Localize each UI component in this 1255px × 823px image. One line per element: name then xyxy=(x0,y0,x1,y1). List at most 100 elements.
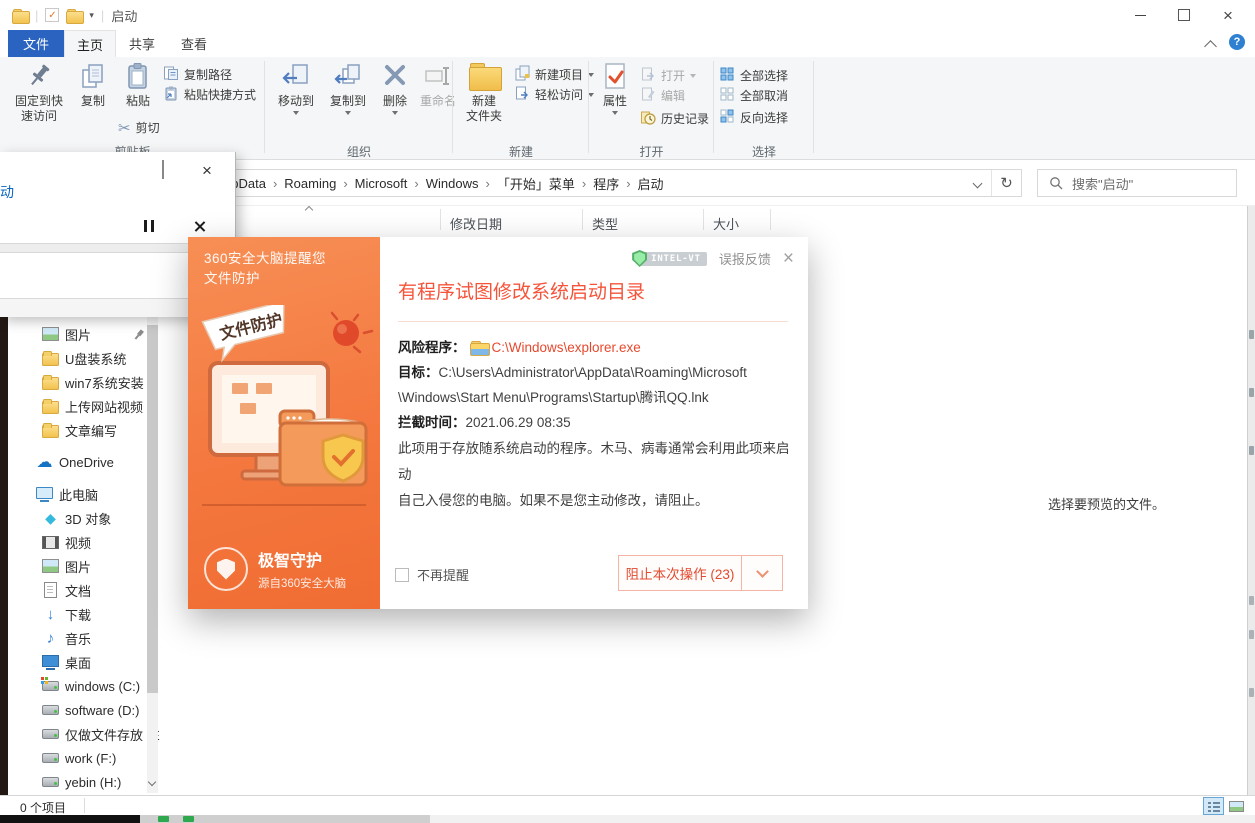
sidebar-item[interactable]: yebin (H:) xyxy=(8,770,148,794)
sidebar-item-label: 3D 对象 xyxy=(65,509,111,528)
column-separator[interactable] xyxy=(440,209,441,230)
breadcrumb-item[interactable]: 启动 xyxy=(638,174,664,193)
column-separator[interactable] xyxy=(703,209,704,230)
tab-file[interactable]: 文件 xyxy=(8,30,64,57)
sidebar-item[interactable]: 仅做文件存放 (E xyxy=(8,722,148,746)
copy-button[interactable]: 复制 xyxy=(72,61,114,109)
sidebar-item[interactable]: 3D 对象 xyxy=(8,506,148,530)
paste-shortcut-button[interactable]: 粘贴快捷方式 xyxy=(163,86,256,103)
dont-remind-checkbox[interactable]: 不再提醒 xyxy=(395,565,469,584)
delete-button[interactable]: 删除 xyxy=(376,61,414,115)
help-icon[interactable]: ? xyxy=(1229,34,1245,50)
sort-ascending-icon xyxy=(305,206,313,214)
guard-title: 极智守护 xyxy=(258,547,346,571)
pin-to-quick-access-button[interactable]: 固定到快速访问 xyxy=(10,61,68,124)
invert-selection-button[interactable]: 反向选择 xyxy=(719,109,788,126)
sidebar-item[interactable]: 文档 xyxy=(8,578,148,602)
scrollbar-down-icon[interactable] xyxy=(148,778,156,786)
block-operation-button[interactable]: 阻止本次操作 (23) xyxy=(618,555,783,591)
sidebar-item[interactable]: 文章编写 xyxy=(8,418,148,442)
cut-button[interactable]: ✂ 剪切 xyxy=(118,119,160,136)
column-size[interactable]: 大小 xyxy=(713,214,739,233)
properties-check-icon[interactable]: ✓ xyxy=(45,8,59,22)
sidebar-item[interactable]: 桌面 xyxy=(8,650,148,674)
sidebar-item[interactable]: OneDrive xyxy=(8,450,148,474)
sidebar-item[interactable]: win7系统安装 xyxy=(8,370,148,394)
easy-access-button[interactable]: 轻松访问 xyxy=(514,86,594,103)
tab-home[interactable]: 主页 xyxy=(64,30,116,57)
breadcrumb-separator[interactable]: › xyxy=(626,176,630,191)
thumbnails-view-button[interactable] xyxy=(1226,797,1247,815)
select-none-button[interactable]: 全部取消 xyxy=(719,87,788,104)
drive-icon xyxy=(42,726,59,742)
column-separator[interactable] xyxy=(582,209,583,230)
search-box[interactable]: 搜索"启动" xyxy=(1037,169,1237,197)
properties-button[interactable]: 属性 xyxy=(595,61,635,115)
collapse-ribbon-icon[interactable] xyxy=(1204,40,1217,53)
breadcrumb-separator[interactable]: › xyxy=(343,176,347,191)
new-folder-icon[interactable] xyxy=(66,9,82,22)
close-button[interactable]: × xyxy=(1206,0,1250,30)
scrollbar-thumb[interactable] xyxy=(147,325,158,693)
open-button[interactable]: 打开 xyxy=(640,67,696,84)
breadcrumb-item[interactable]: Microsoft xyxy=(355,176,408,191)
tab-share[interactable]: 共享 xyxy=(116,30,168,57)
dialog-close-button[interactable]: × xyxy=(783,249,794,268)
checkbox-icon[interactable] xyxy=(395,568,409,582)
breadcrumb-item[interactable]: Roaming xyxy=(284,176,336,191)
new-folder-button[interactable]: 新建文件夹 xyxy=(458,61,510,124)
details-view-button[interactable] xyxy=(1203,797,1224,815)
sidebar-item[interactable]: work (F:) xyxy=(8,746,148,770)
breadcrumb-item[interactable]: 程序 xyxy=(593,174,619,193)
tab-view[interactable]: 查看 xyxy=(168,30,220,57)
popup-close-button[interactable]: × xyxy=(194,160,220,180)
guard-subtitle: 源自360安全大脑 xyxy=(258,575,346,591)
sidebar-item[interactable]: 上传网站视频 xyxy=(8,394,148,418)
new-item-button[interactable]: 新建项目 xyxy=(514,66,594,83)
breadcrumb-separator[interactable]: › xyxy=(414,176,418,191)
sidebar-item[interactable]: windows (C:) xyxy=(8,674,148,698)
pause-button[interactable] xyxy=(144,220,154,232)
column-modified[interactable]: 修改日期 xyxy=(450,214,502,233)
sidebar-item[interactable]: software (D:) xyxy=(8,698,148,722)
rename-button[interactable]: 重命名 xyxy=(415,61,461,109)
minimize-button[interactable] xyxy=(1118,0,1162,30)
copy-to-button[interactable]: 复制到 xyxy=(323,61,373,115)
false-positive-feedback-link[interactable]: 误报反馈 xyxy=(719,249,771,268)
group-divider xyxy=(813,61,814,153)
rename-label: 重命名 xyxy=(420,94,456,109)
sidebar-item[interactable]: 图片 xyxy=(8,322,148,346)
breadcrumb-separator[interactable]: › xyxy=(582,176,586,191)
move-to-button[interactable]: 移动到 xyxy=(271,61,321,115)
breadcrumb-separator[interactable]: › xyxy=(485,176,489,191)
search-placeholder: 搜索"启动" xyxy=(1072,174,1133,193)
block-options-dropdown[interactable] xyxy=(742,571,782,576)
popup-minimize-button[interactable] xyxy=(106,160,132,180)
popup-maximize-button[interactable] xyxy=(150,160,176,180)
address-dropdown-icon[interactable] xyxy=(973,178,983,188)
maximize-button[interactable] xyxy=(1162,0,1206,30)
column-separator[interactable] xyxy=(770,209,771,230)
edit-button[interactable]: 编辑 xyxy=(640,87,685,104)
sidebar-item[interactable]: 下载 xyxy=(8,602,148,626)
customize-toolbar-icon[interactable]: ▾ xyxy=(89,10,94,21)
paste-icon xyxy=(122,61,154,91)
sidebar-item[interactable]: 此电脑 xyxy=(8,482,148,506)
file-protection-illustration: 文件防护 xyxy=(188,305,380,535)
sidebar-item[interactable]: 视频 xyxy=(8,530,148,554)
history-button[interactable]: 历史记录 xyxy=(640,110,709,127)
select-all-button[interactable]: 全部选择 xyxy=(719,67,788,84)
breadcrumb-item[interactable]: Windows xyxy=(426,176,479,191)
breadcrumb-item[interactable]: 「开始」菜单 xyxy=(497,174,575,193)
popup-partial-link[interactable]: 动 xyxy=(0,182,14,202)
sidebar-item[interactable]: 音乐 xyxy=(8,626,148,650)
sidebar-item[interactable]: U盘装系统 xyxy=(8,346,148,370)
shield-icon xyxy=(204,547,248,591)
breadcrumb-separator[interactable]: › xyxy=(273,176,277,191)
sidebar-item[interactable]: 图片 xyxy=(8,554,148,578)
paste-button[interactable]: 粘贴 xyxy=(116,61,160,109)
copy-path-button[interactable]: 复制路径 xyxy=(163,66,232,83)
refresh-button[interactable]: ↻ xyxy=(992,174,1021,192)
column-type[interactable]: 类型 xyxy=(592,214,618,233)
address-bar[interactable]: ›AppData›Roaming›Microsoft›Windows›「开始」菜… xyxy=(196,169,1022,197)
